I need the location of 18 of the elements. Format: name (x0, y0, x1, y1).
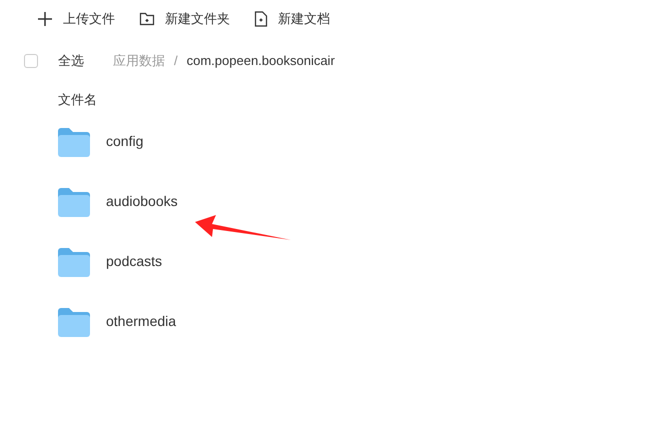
folder-icon (58, 186, 90, 216)
select-all-label: 全选 (58, 52, 84, 70)
plus-icon (37, 10, 53, 26)
toolbar-button[interactable]: 上传文件 (37, 8, 115, 28)
folder-name[interactable]: othermedia (106, 311, 176, 332)
column-header: 文件名 (57, 91, 97, 109)
folder-icon (58, 246, 90, 276)
toolbar-button[interactable]: 新建文档 (254, 8, 330, 28)
toolbar-button[interactable]: 新建文件夹 (139, 8, 230, 28)
select-all-checkbox[interactable] (24, 54, 38, 68)
folder-name[interactable]: audiobooks (106, 191, 178, 212)
folder-icon (58, 126, 90, 156)
folder-name[interactable]: config (106, 131, 144, 152)
folder-icon (58, 306, 90, 336)
document-plus-icon (254, 10, 268, 26)
breadcrumb-item: com.popeen.booksonicair (186, 52, 335, 70)
folder-plus-icon (139, 10, 155, 26)
folder-name[interactable]: podcasts (106, 251, 162, 272)
